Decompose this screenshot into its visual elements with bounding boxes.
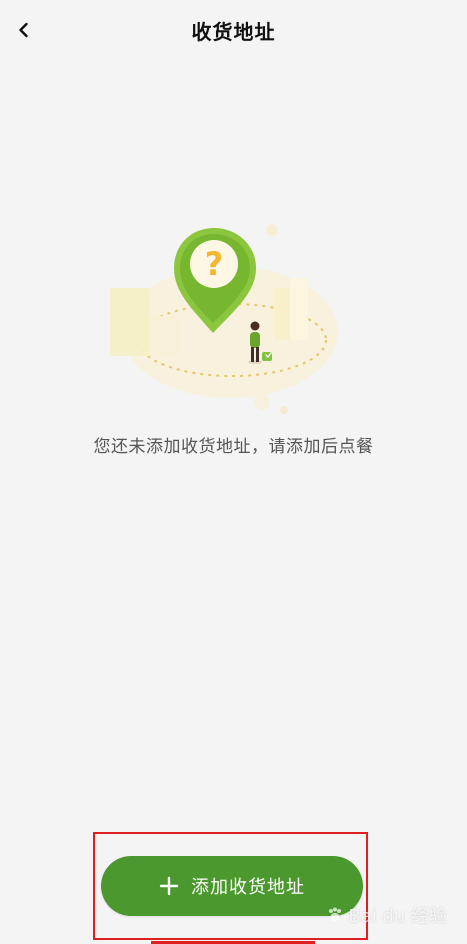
location-question-icon: ? xyxy=(110,224,338,414)
svg-text:?: ? xyxy=(205,245,224,283)
add-address-label: 添加收货地址 xyxy=(191,877,305,898)
plus-icon xyxy=(159,876,179,896)
add-address-button[interactable]: 添加收货地址 xyxy=(101,856,363,916)
page-title: 收货地址 xyxy=(191,20,276,44)
empty-address-illustration: ? xyxy=(96,206,356,426)
empty-address-message: 您还未添加收货地址，请添加后点餐 xyxy=(93,437,374,457)
top-nav-bar: 收货地址 xyxy=(0,0,467,60)
